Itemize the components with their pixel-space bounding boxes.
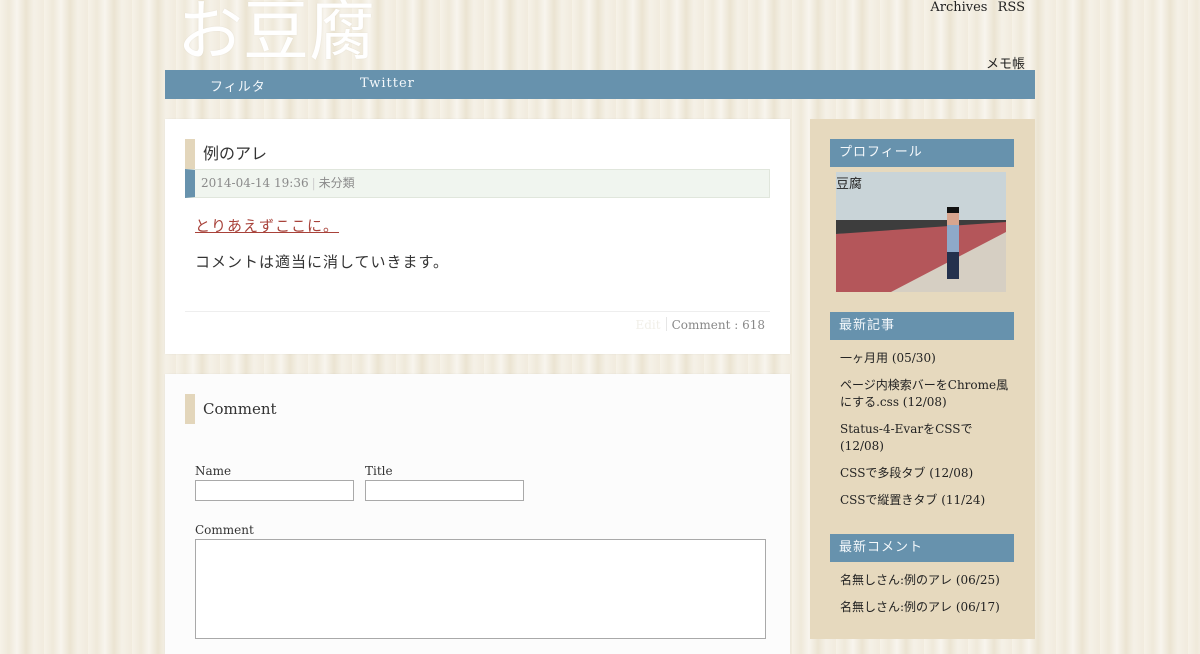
profile-name: 豆腐: [836, 177, 863, 192]
title-label: Title: [365, 464, 393, 478]
post-category[interactable]: 未分類: [319, 176, 355, 190]
post-card: 例のアレ 2014-04-14 19:36 | 未分類 とりあえずここに。 コメント…: [165, 119, 790, 354]
top-links: Archives RSS: [924, 0, 1025, 15]
post-meta: 2014-04-14 19:36 | 未分類: [185, 169, 770, 198]
recent-comments-heading: 最新コメント: [830, 534, 1014, 562]
rss-link[interactable]: RSS: [998, 0, 1025, 15]
comment-heading: Comment: [185, 394, 603, 424]
post-body: コメントは適当に消していきます。: [195, 253, 450, 271]
post-title[interactable]: 例のアレ: [185, 139, 770, 169]
recent-post-item[interactable]: 一ヶ月用 (05/30): [840, 350, 1015, 367]
sidebar: プロフィール 豆腐 最新記事 一ヶ月用 (05/30) ページ内検索バーをChr…: [810, 119, 1035, 639]
post-footer: Edit Comment : 618: [185, 311, 770, 337]
recent-comment-item[interactable]: 名無しさん:例のアレ (06/25): [840, 572, 1015, 589]
nav-bar: フィルタ Twitter: [165, 70, 1035, 99]
recent-post-item[interactable]: Status-4-EvarをCSSで (12/08): [840, 421, 1015, 455]
name-input[interactable]: [195, 480, 354, 501]
comment-form-card: Comment Name Title Comment: [165, 374, 790, 654]
post-link[interactable]: とりあえずここに。: [195, 215, 339, 236]
profile-heading: プロフィール: [830, 139, 1014, 167]
title-input[interactable]: [365, 480, 524, 501]
recent-comment-item[interactable]: 名無しさん:例のアレ (06/17): [840, 599, 1015, 616]
meta-separator: |: [311, 176, 316, 190]
recent-post-item[interactable]: CSSで多段タブ (12/08): [840, 465, 1015, 482]
comment-count-link[interactable]: Comment : 618: [672, 318, 765, 332]
archives-link[interactable]: Archives: [930, 0, 987, 15]
comment-label: Comment: [195, 523, 254, 537]
post-date: 2014-04-14 19:36: [201, 176, 309, 190]
recent-post-item[interactable]: CSSで縦置きタブ (11/24): [840, 492, 1015, 509]
footer-divider: [665, 317, 667, 331]
nav-item-filter[interactable]: フィルタ: [210, 76, 266, 95]
name-label: Name: [195, 464, 232, 478]
recent-post-item[interactable]: ページ内検索バーをChrome風にする.css (12/08): [840, 377, 1015, 411]
site-title[interactable]: お豆腐: [177, 0, 375, 72]
edit-link[interactable]: Edit: [635, 318, 660, 332]
comment-textarea[interactable]: [195, 539, 766, 639]
recent-posts-heading: 最新記事: [830, 312, 1014, 340]
nav-item-twitter[interactable]: Twitter: [360, 76, 415, 91]
